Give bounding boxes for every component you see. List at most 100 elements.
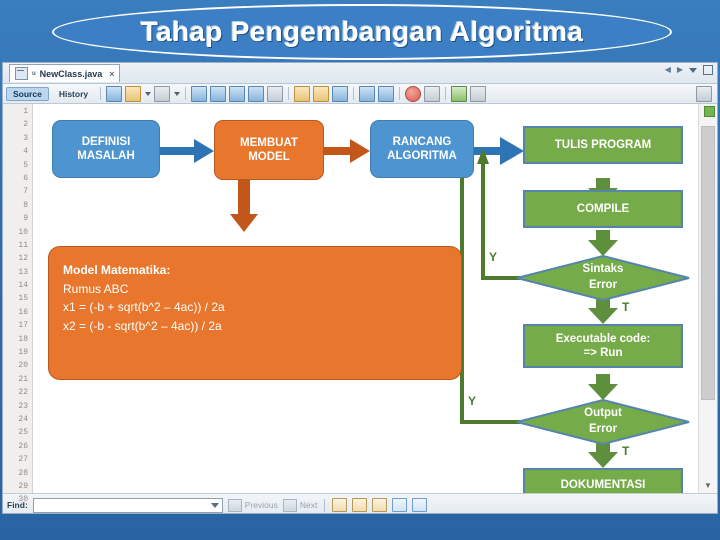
- find-separator: [324, 498, 326, 512]
- toolbar-separator: [353, 87, 355, 100]
- maximize-icon[interactable]: [703, 65, 713, 75]
- node-label-line: => Run: [583, 347, 623, 359]
- toolbar-separator: [445, 87, 447, 100]
- node-compile[interactable]: COMPILE: [523, 190, 683, 228]
- scrollbar-thumb[interactable]: [701, 126, 715, 400]
- line-number: 19: [18, 348, 28, 358]
- split-window-icon[interactable]: [696, 85, 712, 102]
- arrow-down-icon: [282, 498, 297, 512]
- search-input[interactable]: [32, 497, 223, 513]
- chevron-down-icon[interactable]: [210, 502, 219, 508]
- flowchart-canvas: DEFINISI MASALAH MEMBUAT MODEL RANCANG A…: [34, 104, 698, 493]
- model-matematika-box[interactable]: Model Matematika: Rumus ABC x1 = (-b + s…: [48, 246, 462, 380]
- find-selection-icon[interactable]: [191, 85, 208, 102]
- line-number: 15: [18, 294, 28, 304]
- indent-icon[interactable]: [359, 85, 376, 102]
- toggle-breakpoint-icon[interactable]: [405, 85, 422, 102]
- arrow-executable-to-output: [588, 374, 618, 400]
- node-label-line: COMPILE: [576, 202, 630, 215]
- java-file-icon: [15, 67, 28, 80]
- refactor-icon[interactable]: [106, 85, 123, 102]
- editor-tabstrip: u NewClass.java × ◀ ▶: [3, 63, 717, 84]
- comment-icon[interactable]: [154, 85, 171, 102]
- node-label-line: Executable code:: [555, 332, 651, 345]
- match-case-icon[interactable]: [332, 498, 348, 512]
- select-rect-icon[interactable]: [267, 85, 284, 102]
- collapse-icon[interactable]: [470, 85, 487, 102]
- node-label-line: DEFINISI: [81, 135, 131, 148]
- line-number: 7: [23, 187, 28, 197]
- page-title: Tahap Pengembangan Algoritma: [140, 16, 584, 47]
- whole-words-icon[interactable]: [352, 498, 368, 512]
- shift-left-icon[interactable]: [210, 85, 227, 102]
- tab-source[interactable]: Source: [6, 86, 49, 101]
- toolbar-separator: [399, 87, 401, 100]
- line-number: 23: [18, 401, 28, 411]
- line-number: 12: [18, 254, 28, 264]
- model-line: x1 = (-b + sqrt(b^2 – 4ac)) / 2a: [63, 300, 225, 315]
- editor-vertical-scrollbar[interactable]: ▲ ▼: [698, 104, 717, 493]
- find-next-button[interactable]: Next: [282, 498, 318, 512]
- window-controls: ◀ ▶: [665, 65, 713, 75]
- scroll-tabs-right-icon[interactable]: ▶: [677, 66, 683, 74]
- line-number: 13: [18, 267, 28, 277]
- scroll-down-icon[interactable]: ▼: [699, 478, 717, 493]
- toolbar-separator: [288, 87, 290, 100]
- line-number: 3: [23, 133, 28, 143]
- line-number: 5: [23, 160, 28, 170]
- line-number: 24: [18, 414, 28, 424]
- node-definisi-masalah[interactable]: DEFINISI MASALAH: [52, 120, 160, 178]
- node-label-line: ALGORITMA: [387, 150, 457, 162]
- tab-superscript: u: [32, 70, 36, 77]
- outdent-icon[interactable]: [378, 85, 395, 102]
- tab-history[interactable]: History: [52, 87, 95, 101]
- toolbar-separator: [100, 87, 102, 100]
- line-number: 8: [23, 200, 28, 210]
- find-previous-button[interactable]: Previous: [227, 498, 278, 512]
- highlight-results-icon[interactable]: [392, 498, 408, 512]
- inspect-icon[interactable]: [451, 85, 468, 102]
- close-icon[interactable]: ×: [109, 69, 114, 79]
- next-bookmark-icon[interactable]: [332, 85, 349, 102]
- node-label-line: DOKUMENTASI: [560, 478, 646, 491]
- add-new-icon[interactable]: [125, 85, 142, 102]
- scroll-tabs-left-icon[interactable]: ◀: [665, 66, 671, 74]
- node-label-line: Sintaks: [582, 263, 624, 276]
- line-number: 27: [18, 455, 28, 465]
- node-rancang-algoritma[interactable]: RANCANG ALGORITMA: [370, 120, 474, 178]
- node-executable-code[interactable]: Executable code: => Run: [523, 324, 683, 368]
- line-number: 20: [18, 361, 28, 371]
- arrow-sintaks-to-executable: [588, 298, 618, 324]
- node-membuat-model[interactable]: MEMBUAT MODEL: [214, 120, 324, 180]
- arrow-membuat-to-model: [230, 180, 258, 232]
- chevron-down-icon[interactable]: [689, 67, 697, 73]
- editor-body: 1 2 3 4 5 6 7 8 9 10 11 12 13 14 15 16 17 18 19 20 21 22 23 24 2…: [3, 104, 717, 504]
- node-label-line: Error: [588, 423, 618, 435]
- line-number: 29: [18, 481, 28, 491]
- stop-icon[interactable]: [424, 85, 441, 102]
- model-line: Model Matematika:: [63, 263, 171, 277]
- arrow-compile-to-sintaks: [588, 230, 618, 256]
- line-number-gutter: 1 2 3 4 5 6 7 8 9 10 11 12 13 14 15 16 17 18 19 20 21 22 23 24 2…: [3, 104, 33, 504]
- node-dokumentasi[interactable]: DOKUMENTASI: [523, 468, 683, 493]
- node-output-error[interactable]: Output Error: [517, 400, 689, 444]
- dropdown-icon[interactable]: [174, 91, 181, 96]
- toggle-bookmark-icon[interactable]: [294, 85, 311, 102]
- wrap-around-icon[interactable]: [412, 498, 428, 512]
- node-label-line: MEMBUAT: [240, 136, 298, 149]
- node-sintaks-error[interactable]: Sintaks Error: [517, 256, 689, 300]
- find-next-label: Next: [299, 500, 318, 510]
- arrow-definisi-to-membuat: [160, 139, 214, 163]
- arrow-membuat-to-rancang: [324, 139, 370, 163]
- regular-expression-icon[interactable]: [372, 498, 388, 512]
- shift-right-icon[interactable]: [229, 85, 246, 102]
- node-tulis-program[interactable]: TULIS PROGRAM: [523, 126, 683, 164]
- editor-tab-newclass[interactable]: u NewClass.java ×: [9, 64, 121, 82]
- line-number: 17: [18, 321, 28, 331]
- branch-label-sintaks-no: T: [622, 300, 630, 314]
- branch-label-output-yes: Y: [468, 394, 477, 408]
- format-icon[interactable]: [248, 85, 265, 102]
- dropdown-icon[interactable]: [145, 91, 152, 96]
- error-marker-icon: [704, 106, 715, 117]
- previous-bookmark-icon[interactable]: [313, 85, 330, 102]
